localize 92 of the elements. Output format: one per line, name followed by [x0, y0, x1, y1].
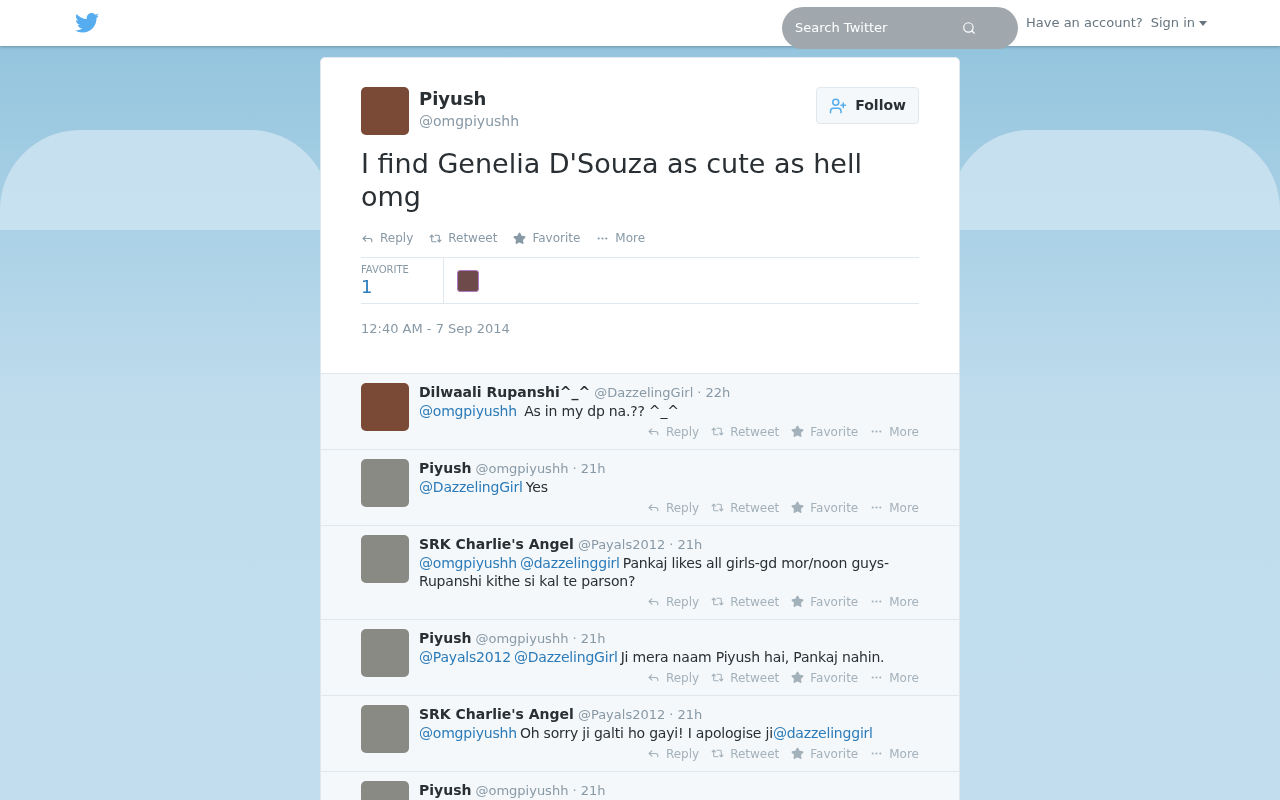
reply-author-name[interactable]: Piyush	[419, 458, 472, 477]
reply-action-button[interactable]: Reply	[646, 422, 700, 441]
reply-text: @omgpiyushh @dazzelinggirl Pankaj likes all girls-gd mor/noon guys-Rupanshi kithe si kal te parson?	[419, 553, 890, 590]
reply-action-button[interactable]: Reply	[646, 668, 700, 687]
reply-text: @Payals2012 @DazzelingGirl Ji mera naam Piyush hai, Pankaj nahin.	[419, 647, 886, 666]
retweet-icon	[711, 425, 725, 438]
reply-icon	[646, 425, 660, 438]
reply-action-button[interactable]: Favorite	[791, 592, 859, 611]
avatar-photo-placeholder[interactable]	[361, 458, 409, 507]
mention-link[interactable]: @DazzelingGirl	[419, 478, 523, 495]
avatar-photo-placeholder[interactable]	[361, 382, 409, 431]
reply-action-button[interactable]: Retweet	[711, 498, 780, 517]
tweet-action-button[interactable]: Retweet	[429, 229, 498, 247]
search-icon	[962, 21, 977, 35]
reply-icon	[646, 595, 660, 608]
reply-action-button[interactable]: Reply	[646, 744, 700, 763]
sign-in-button[interactable]: Sign in	[1150, 13, 1207, 33]
reply-action-button[interactable]: Reply	[646, 592, 700, 611]
mention-link[interactable]: @DazzelingGirl	[513, 648, 618, 665]
reply-handle[interactable]: @omgpiyushh	[475, 459, 569, 478]
avatar-photo-placeholder[interactable]	[361, 534, 409, 583]
star-icon	[791, 747, 805, 760]
reply-icon	[646, 747, 660, 760]
reply-author-name[interactable]: Dilwaali Rupanshi^_^	[419, 382, 591, 401]
reply-action-button[interactable]: More	[870, 498, 919, 517]
reply-action-button[interactable]: More	[870, 668, 919, 687]
reply-time[interactable]: · 21h	[572, 459, 606, 478]
mention-link[interactable]: @dazzelinggirl	[519, 554, 620, 571]
reply-time[interactable]: · 22h	[697, 383, 731, 402]
stat-label: FAVORITE	[361, 264, 410, 276]
reply-author-name[interactable]: Piyush	[419, 628, 472, 647]
retweet-icon	[711, 747, 725, 760]
tweet-action-button[interactable]: Reply	[361, 229, 414, 247]
mention-link[interactable]: @dazzelinggirl	[772, 724, 873, 741]
search-input[interactable]: Search Twitter	[795, 18, 963, 38]
caret-icon	[1199, 20, 1207, 26]
star-icon	[791, 501, 805, 514]
mention-link[interactable]: @omgpiyushh	[419, 554, 517, 571]
tweet-action-button[interactable]: More	[596, 229, 646, 247]
reply-action-button[interactable]: Retweet	[711, 744, 780, 763]
reply-action-button[interactable]: Favorite	[791, 498, 859, 517]
tweet-action-button[interactable]: Favorite	[513, 229, 581, 247]
reply-text: @omgpiyushh As in my dp na.?? ^_^	[419, 401, 680, 420]
bird-logo-icon[interactable]	[75, 13, 99, 33]
search-field[interactable]: Search Twitter	[782, 7, 1019, 49]
reply-handle[interactable]: @omgpiyushh	[475, 629, 569, 648]
mention-link[interactable]: @omgpiyushh	[419, 724, 517, 741]
reply-action-button[interactable]: Retweet	[711, 592, 780, 611]
reply-action-button[interactable]: Retweet	[711, 422, 780, 441]
tweet-text: I find Genelia D'Souza as cute as hell omg	[361, 147, 863, 213]
favoriter-avatar[interactable]	[457, 270, 479, 292]
reply-icon	[646, 671, 660, 684]
reply-handle[interactable]: @Payals2012	[577, 705, 666, 724]
reply-action-button[interactable]: Retweet	[711, 668, 780, 687]
author-name[interactable]: Piyush	[419, 87, 807, 111]
reply-text: @DazzelingGirl Yes	[419, 477, 549, 496]
tweet-timestamp: 12:40 AM - 7 Sep 2014	[361, 320, 511, 338]
mention-link[interactable]: @Payals2012	[419, 648, 511, 665]
reply-action-button[interactable]: Favorite	[791, 744, 859, 763]
reply-time[interactable]: · 21h	[572, 629, 606, 648]
favorite-count[interactable]: 1	[361, 276, 443, 298]
reply-action-button[interactable]: More	[870, 422, 919, 441]
reply-action-button[interactable]: Favorite	[791, 422, 859, 441]
reply-author-name[interactable]: SRK Charlie's Angel	[419, 534, 574, 553]
reply-icon	[646, 501, 660, 514]
reply-text: @omgpiyushh Oh sorry ji galti ho gayi! I apologise ji@dazzelinggirl	[419, 723, 874, 742]
retweet-icon	[711, 595, 725, 608]
avatar-photo-placeholder[interactable]	[361, 704, 409, 753]
star-icon	[791, 425, 805, 438]
reply-action-button[interactable]: More	[870, 744, 919, 763]
star-icon	[791, 671, 805, 684]
add-user-icon	[829, 96, 848, 115]
reply-handle[interactable]: @DazzelingGirl	[594, 383, 694, 402]
retweet-icon	[711, 671, 725, 684]
reply-author-name[interactable]: SRK Charlie's Angel	[419, 704, 574, 723]
avatar-photo-placeholder[interactable]	[361, 628, 409, 677]
reply-time[interactable]: · 21h	[669, 705, 703, 724]
mention-link[interactable]: @omgpiyushh	[419, 402, 517, 419]
reply-handle[interactable]: @omgpiyushh	[475, 781, 569, 800]
account-prompt: Have an account?	[1026, 14, 1143, 33]
star-icon	[513, 231, 527, 245]
reply-author-name[interactable]: Piyush	[419, 780, 472, 799]
reply-action-button[interactable]: Reply	[646, 498, 700, 517]
follow-button[interactable]: Follow	[816, 87, 919, 124]
author-handle[interactable]: @omgpiyushh	[419, 111, 807, 132]
reply-handle[interactable]: @Payals2012	[577, 535, 666, 554]
reply-action-button[interactable]: Favorite	[791, 668, 859, 687]
retweet-icon	[711, 501, 725, 514]
star-icon	[791, 595, 805, 608]
reply-action-button[interactable]: More	[870, 592, 919, 611]
reply-time[interactable]: · 21h	[669, 535, 703, 554]
reply-time[interactable]: · 21h	[572, 781, 606, 800]
